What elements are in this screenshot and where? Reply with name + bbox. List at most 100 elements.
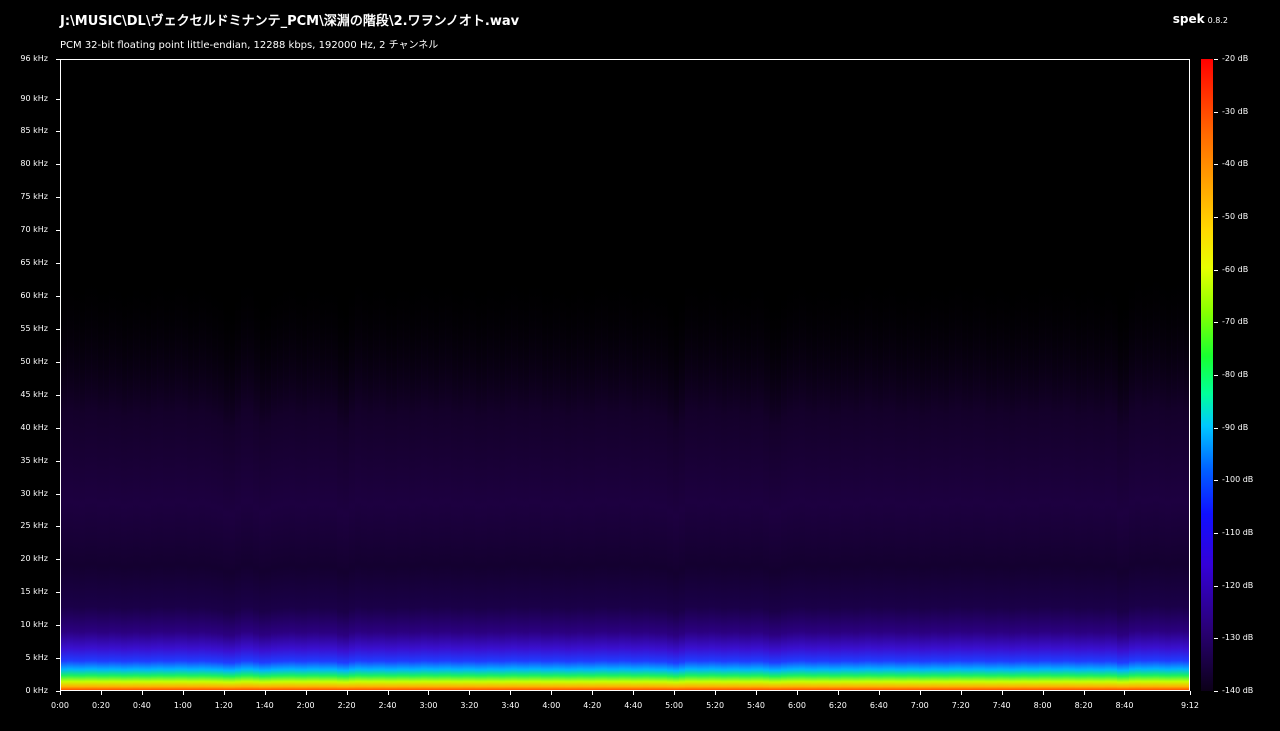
y-tick-mark bbox=[56, 197, 60, 198]
spectrogram-column bbox=[289, 273, 296, 690]
spectrogram-column bbox=[139, 278, 146, 690]
spectrogram-column bbox=[1105, 275, 1112, 690]
spectrogram-column bbox=[601, 271, 608, 690]
spectrogram-column bbox=[781, 284, 788, 690]
x-tick-label: 6:40 bbox=[869, 701, 888, 710]
spectrogram-column bbox=[385, 281, 392, 690]
spectrogram-column bbox=[1111, 280, 1118, 690]
spectrogram-column bbox=[805, 277, 812, 690]
spectrogram-column bbox=[415, 276, 422, 690]
x-tick-mark bbox=[224, 691, 225, 695]
spectrogram-column bbox=[379, 274, 386, 690]
file-info: PCM 32-bit floating point little-endian,… bbox=[60, 40, 439, 51]
spectrogram-column bbox=[847, 275, 854, 690]
x-tick-mark bbox=[469, 691, 470, 695]
spectrogram-column bbox=[223, 298, 230, 690]
spectrogram-column bbox=[265, 293, 272, 690]
x-tick-label: 5:00 bbox=[665, 701, 684, 710]
y-tick-label: 0 kHz bbox=[25, 686, 48, 695]
colorbar-label: -30 dB bbox=[1222, 106, 1249, 116]
spectrogram-column bbox=[1009, 282, 1016, 690]
spectrogram-column bbox=[841, 274, 848, 690]
spectrogram-column bbox=[1063, 271, 1070, 690]
spectrogram-column bbox=[883, 273, 890, 690]
spectrogram-column bbox=[787, 278, 794, 690]
y-tick-label: 60 kHz bbox=[20, 291, 48, 300]
spectrogram-column bbox=[1045, 271, 1052, 690]
spectrogram-column bbox=[241, 272, 248, 690]
spectrogram-column bbox=[643, 274, 650, 690]
spectrogram-column bbox=[727, 277, 734, 690]
spectrogram-column bbox=[865, 270, 872, 690]
spectrogram-column bbox=[577, 274, 584, 690]
spectrogram-column bbox=[901, 280, 908, 690]
colorbar-label: -120 dB bbox=[1222, 580, 1254, 590]
spectrogram-column bbox=[529, 271, 536, 690]
spectrogram-column bbox=[439, 273, 446, 690]
spectrogram-column bbox=[1003, 278, 1010, 690]
y-tick-mark bbox=[56, 461, 60, 462]
x-tick-mark bbox=[60, 691, 61, 695]
spectrogram-column bbox=[919, 282, 926, 690]
spectrogram-column bbox=[637, 278, 644, 690]
x-tick-mark bbox=[347, 691, 348, 695]
colorbar-tick-mark bbox=[1214, 375, 1218, 376]
spectrogram-column bbox=[1159, 271, 1166, 690]
spectrogram-column bbox=[1117, 299, 1124, 690]
y-tick-mark bbox=[56, 263, 60, 264]
spectrogram-column bbox=[655, 283, 662, 690]
y-tick-mark bbox=[56, 296, 60, 297]
spectrogram-column bbox=[769, 296, 776, 690]
colorbar-tick-mark bbox=[1214, 691, 1218, 692]
colorbar-label: -110 dB bbox=[1222, 528, 1254, 537]
y-tick-label: 96 kHz bbox=[20, 54, 48, 63]
spectrogram-column bbox=[349, 282, 356, 690]
x-tick-label: 3:20 bbox=[460, 701, 479, 710]
spectrogram-column bbox=[475, 282, 482, 690]
x-tick-label: 2:20 bbox=[337, 701, 356, 710]
spectrogram-column bbox=[487, 274, 494, 690]
spectrogram-column bbox=[355, 270, 362, 690]
spectrogram-column bbox=[595, 273, 602, 690]
y-tick-mark bbox=[56, 592, 60, 593]
spectrogram-column bbox=[985, 280, 992, 690]
spectrogram-column bbox=[133, 274, 140, 690]
spectrogram-column bbox=[445, 271, 452, 690]
spectrogram-column bbox=[1069, 275, 1076, 690]
spectrogram-column bbox=[1135, 266, 1142, 690]
app-name-label: spek bbox=[1172, 12, 1205, 26]
x-tick-mark bbox=[142, 691, 143, 695]
x-tick-label: 4:00 bbox=[542, 701, 561, 710]
spectrogram-column bbox=[163, 276, 170, 690]
x-tick-label: 1:40 bbox=[255, 701, 274, 710]
spectrogram-column bbox=[295, 280, 302, 690]
colorbar-label: -130 dB bbox=[1222, 633, 1254, 643]
spectrogram-column bbox=[97, 278, 104, 690]
spectrogram-column bbox=[313, 275, 320, 690]
x-tick-mark bbox=[1043, 691, 1044, 695]
spectrogram-column bbox=[85, 272, 92, 690]
spectrogram-column bbox=[1123, 295, 1130, 690]
y-tick-mark bbox=[56, 99, 60, 100]
colorbar-tick-mark bbox=[1214, 59, 1218, 60]
spectrogram-column bbox=[1177, 269, 1184, 690]
spectrogram-column bbox=[1057, 276, 1064, 690]
spectrogram-column bbox=[373, 275, 380, 690]
spectrogram-column bbox=[319, 280, 326, 690]
x-tick-mark bbox=[592, 691, 593, 695]
y-tick-label: 55 kHz bbox=[20, 323, 48, 333]
spectrogram-column bbox=[457, 280, 464, 690]
spectrogram-column bbox=[145, 281, 152, 690]
y-tick-mark bbox=[56, 362, 60, 363]
spectrogram-column bbox=[247, 272, 254, 690]
spectrogram-column bbox=[403, 276, 410, 690]
spectrogram-column bbox=[229, 301, 236, 690]
spectrogram-column bbox=[829, 282, 836, 690]
spectrogram-column bbox=[151, 274, 158, 690]
spectrogram-column bbox=[673, 304, 680, 690]
colorbar-label: -50 dB bbox=[1222, 212, 1249, 221]
spectrogram-column bbox=[109, 273, 116, 690]
x-tick-label: 4:20 bbox=[583, 701, 602, 710]
y-tick-mark bbox=[56, 329, 60, 330]
spectrogram-column bbox=[427, 274, 434, 690]
